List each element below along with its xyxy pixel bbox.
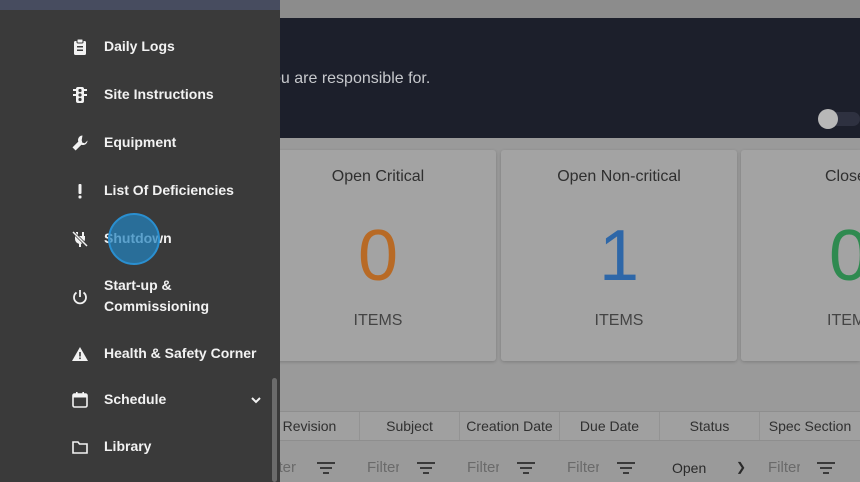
- sidebar-item-list-of-deficiencies[interactable]: List Of Deficiencies: [0, 180, 280, 202]
- sidebar-item-label: Schedule: [104, 391, 167, 407]
- folder-icon: [71, 438, 89, 456]
- card-title: Open Critical: [331, 168, 425, 185]
- filter-input-subject[interactable]: Filter: [367, 459, 399, 476]
- filter-icon[interactable]: [317, 462, 335, 476]
- status-filter-select[interactable]: Open ❯: [662, 454, 756, 480]
- calendar-icon: [71, 391, 89, 409]
- sidebar-item-label: Daily Logs: [104, 38, 175, 54]
- sidebar-item-label-line2: Commissioning: [104, 298, 210, 314]
- filter-input-creation-date[interactable]: Filter: [467, 459, 499, 476]
- sidebar-item-label: Health & Safety Corner: [104, 345, 257, 361]
- sidebar-item-start-up-commissioning[interactable]: Start-up & Commissioning: [0, 275, 280, 319]
- sidebar-item-label: Start-up &: [104, 277, 172, 293]
- column-header-status[interactable]: Status: [660, 412, 760, 440]
- banner-text: ou are responsible for.: [272, 70, 431, 87]
- filter-input-due-date[interactable]: Filter: [567, 459, 599, 476]
- filter-cell-creation-date: Filter: [460, 450, 560, 482]
- filter-icon[interactable]: [517, 462, 535, 476]
- sidebar-item-library[interactable]: Library: [0, 436, 280, 458]
- filter-cell-due-date: Filter: [560, 450, 660, 482]
- chevron-down-icon: ❯: [735, 460, 746, 474]
- filter-cell-spec-section: Filter: [760, 450, 860, 482]
- traffic-light-icon: [71, 86, 89, 104]
- sidebar-item-schedule[interactable]: Schedule: [0, 389, 280, 411]
- clipboard-icon: [71, 38, 89, 56]
- card-open-non-critical[interactable]: Open Non-critical 1 ITEMS: [501, 150, 737, 361]
- filter-icon[interactable]: [417, 462, 435, 476]
- card-open-critical[interactable]: Open Critical 0 ITEMS: [260, 150, 496, 361]
- column-header-spec-section[interactable]: Spec Section: [760, 412, 860, 440]
- card-unit: ITEM: [827, 312, 860, 329]
- column-header-subject[interactable]: Subject: [360, 412, 460, 440]
- card-count: 1: [598, 216, 640, 296]
- click-indicator: [108, 213, 160, 265]
- card-unit: ITEMS: [594, 312, 644, 329]
- chevron-down-icon[interactable]: [248, 392, 264, 408]
- sidebar-item-daily-logs[interactable]: Daily Logs: [0, 36, 280, 58]
- column-header-creation-date[interactable]: Creation Date: [460, 412, 560, 440]
- filter-cell-subject: Filter: [360, 450, 460, 482]
- column-header-due-date[interactable]: Due Date: [560, 412, 660, 440]
- sidebar-item-health-safety-corner[interactable]: Health & Safety Corner: [0, 343, 280, 365]
- card-title: Open Non-critical: [557, 168, 681, 185]
- filter-icon[interactable]: [817, 462, 835, 476]
- filter-input-spec-section[interactable]: Filter: [768, 459, 800, 476]
- card-count: 0: [357, 216, 399, 296]
- card-closed[interactable]: Close 0 ITEM: [741, 150, 860, 361]
- card-unit: ITEMS: [353, 312, 403, 329]
- warning-icon: [71, 345, 89, 363]
- sidebar-item-label: Site Instructions: [104, 86, 214, 102]
- card-count: 0: [829, 216, 860, 296]
- sidebar-scrollbar[interactable]: [272, 378, 277, 482]
- filter-icon[interactable]: [617, 462, 635, 476]
- plug-off-icon: [71, 230, 89, 248]
- sidebar-item-label: List Of Deficiencies: [104, 182, 234, 198]
- sidebar-item-site-instructions[interactable]: Site Instructions: [0, 84, 280, 106]
- sidebar-item-label: Equipment: [104, 134, 177, 150]
- wrench-icon: [71, 134, 89, 152]
- sidebar-item-equipment[interactable]: Equipment: [0, 132, 280, 154]
- power-icon: [71, 288, 89, 306]
- card-title: Close: [825, 168, 860, 185]
- exclamation-icon: [71, 182, 89, 200]
- toggle-knob[interactable]: [818, 109, 838, 129]
- status-filter-value: Open: [672, 460, 707, 476]
- sidebar-item-label: Library: [104, 438, 152, 454]
- sidebar-header: [0, 0, 280, 10]
